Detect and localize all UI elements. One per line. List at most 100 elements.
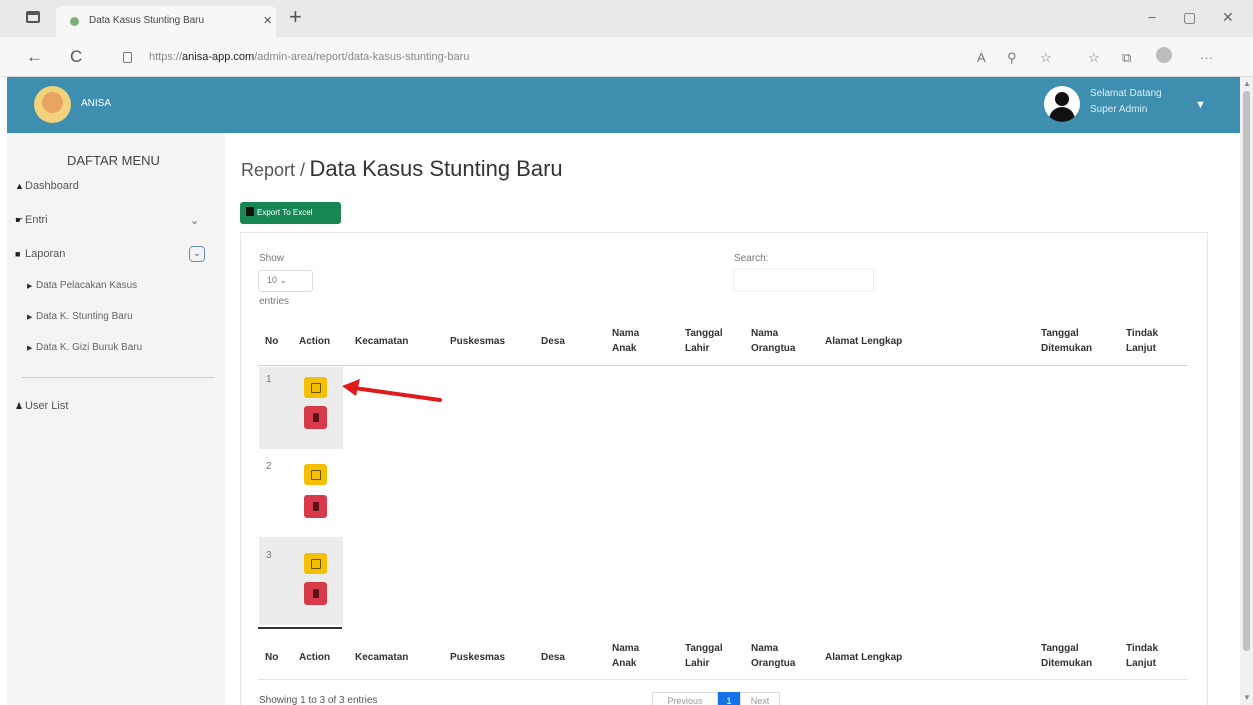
more-icon[interactable]: ··· bbox=[1200, 50, 1213, 65]
browser-tab[interactable]: Data Kasus Stunting Baru × bbox=[56, 6, 276, 37]
zoom-icon[interactable]: ⚲ bbox=[1007, 50, 1017, 66]
sidebar-divider bbox=[21, 377, 215, 378]
sidebar-subitem-stunting[interactable]: ▶ Data K. Stunting Baru bbox=[27, 311, 133, 322]
table-info: Showing 1 to 3 of 3 entries bbox=[259, 695, 378, 705]
collections-icon[interactable]: ⧉ bbox=[1122, 50, 1131, 66]
user-greeting[interactable]: Selamat Datang Super Admin bbox=[1090, 86, 1162, 118]
read-aloud-icon[interactable]: A bbox=[977, 50, 986, 65]
sidebar-item-label: Dashboard bbox=[25, 180, 79, 192]
tab-actions-icon[interactable] bbox=[26, 11, 40, 23]
col-line2: Lanjut bbox=[1126, 658, 1156, 669]
col-line2: Action bbox=[299, 652, 331, 663]
page-length-select[interactable]: 10 ⌄ bbox=[258, 270, 313, 292]
foot-col-nama-anak: Nama Anak bbox=[612, 641, 639, 671]
header-divider bbox=[258, 365, 1188, 366]
delete-button[interactable] bbox=[304, 406, 327, 429]
lock-icon[interactable] bbox=[123, 52, 132, 63]
entri-chevron-down-icon[interactable]: ⌄ bbox=[190, 214, 199, 227]
delete-button[interactable] bbox=[304, 582, 327, 605]
show-label: Show bbox=[259, 253, 285, 264]
col-tanggal-ditemukan[interactable]: Tanggal Ditemukan bbox=[1041, 326, 1092, 356]
col-line2: Puskesmas bbox=[450, 336, 506, 347]
edit-button[interactable] bbox=[304, 377, 327, 398]
sidebar-item-entri[interactable]: ☛ Entri bbox=[15, 214, 48, 226]
export-excel-button[interactable]: Export To Excel bbox=[240, 202, 341, 224]
col-line2: Ditemukan bbox=[1041, 658, 1093, 669]
scroll-down-icon[interactable]: ▼ bbox=[1243, 693, 1251, 702]
col-line2: Alamat Lengkap bbox=[825, 336, 903, 347]
delete-button[interactable] bbox=[304, 495, 327, 518]
edit-button[interactable] bbox=[304, 553, 327, 574]
col-puskesmas[interactable]: Puskesmas bbox=[450, 334, 505, 349]
col-line2: Anak bbox=[612, 343, 637, 354]
file-excel-icon bbox=[246, 207, 254, 216]
home-icon: ▲ bbox=[15, 181, 24, 191]
sidebar-subitem-pelacakan[interactable]: ▶ Data Pelacakan Kasus bbox=[27, 280, 137, 291]
col-line2: No bbox=[265, 652, 279, 663]
col-line2: Alamat Lengkap bbox=[825, 652, 903, 663]
new-tab-icon[interactable]: + bbox=[289, 4, 302, 30]
sidebar-subitem-label: Data K. Gizi Buruk Baru bbox=[36, 342, 143, 353]
col-line2: Kecamatan bbox=[355, 652, 409, 663]
greeting-line: Selamat Datang bbox=[1090, 88, 1162, 99]
breadcrumb: Report / bbox=[241, 160, 306, 180]
url-host: anisa-app.com bbox=[182, 51, 255, 63]
page-scrollbar[interactable]: ▲ ▼ bbox=[1240, 77, 1253, 705]
url-field[interactable]: https://anisa-app.com/admin-area/report/… bbox=[149, 51, 469, 63]
col-alamat-lengkap[interactable]: Alamat Lengkap bbox=[825, 334, 902, 349]
minimize-icon[interactable]: − bbox=[1148, 9, 1156, 25]
sidebar-item-dashboard[interactable]: ▲Dashboard bbox=[15, 180, 79, 192]
sidebar-item-user-list[interactable]: ♟ User List bbox=[15, 400, 68, 412]
col-no[interactable]: No bbox=[265, 334, 278, 349]
pagination-previous[interactable]: Previous bbox=[652, 692, 718, 705]
favicon-icon bbox=[70, 17, 79, 26]
foot-col-no: No bbox=[265, 650, 278, 665]
footer-bottom-divider bbox=[258, 679, 1188, 680]
page-length-value: 10 bbox=[267, 275, 278, 285]
caret-right-icon: ▶ bbox=[27, 283, 33, 290]
col-desa[interactable]: Desa bbox=[541, 334, 565, 349]
user-avatar-icon[interactable] bbox=[1044, 86, 1080, 122]
col-line2: Anak bbox=[612, 658, 637, 669]
foot-col-action: Action bbox=[299, 650, 330, 665]
col-tanggal-lahir[interactable]: Tanggal Lahir bbox=[685, 326, 723, 356]
col-kecamatan[interactable]: Kecamatan bbox=[355, 334, 408, 349]
scroll-up-icon[interactable]: ▲ bbox=[1243, 79, 1251, 88]
profile-icon[interactable] bbox=[1156, 47, 1172, 63]
caret-right-icon: ▶ bbox=[27, 314, 33, 321]
anisa-logo[interactable] bbox=[34, 86, 71, 123]
pagination-page[interactable]: 1 bbox=[718, 692, 740, 705]
search-input[interactable] bbox=[733, 268, 874, 292]
tab-close-icon[interactable]: × bbox=[263, 12, 272, 29]
window-close-icon[interactable]: ✕ bbox=[1222, 9, 1234, 26]
edit-button[interactable] bbox=[304, 464, 327, 485]
col-tindak-lanjut[interactable]: Tindak Lanjut bbox=[1126, 326, 1158, 356]
col-action[interactable]: Action bbox=[299, 334, 330, 349]
scrollbar-thumb[interactable] bbox=[1243, 91, 1250, 651]
users-icon: ♟ bbox=[15, 401, 24, 411]
col-line1: Nama bbox=[751, 643, 779, 654]
caret-right-icon: ▶ bbox=[27, 345, 33, 352]
browser-tab-strip: Data Kasus Stunting Baru × + − ▢ ✕ bbox=[0, 0, 1253, 37]
brand-name[interactable]: ANISA bbox=[81, 98, 111, 109]
favorites-add-icon[interactable]: ☆ bbox=[1040, 50, 1052, 66]
file-icon: ■ bbox=[15, 249, 21, 259]
pagination-next[interactable]: Next bbox=[740, 692, 780, 705]
sidebar-subitem-label: Data K. Stunting Baru bbox=[36, 311, 133, 322]
laporan-chevron-down-icon[interactable]: ⌄ bbox=[189, 246, 205, 262]
row-no: 2 bbox=[266, 461, 272, 472]
sidebar-subitem-label: Data Pelacakan Kasus bbox=[36, 280, 138, 291]
sidebar-item-label: Laporan bbox=[25, 248, 66, 260]
sidebar-subitem-gizi-buruk[interactable]: ▶ Data K. Gizi Buruk Baru bbox=[27, 342, 142, 353]
col-nama-anak[interactable]: Nama Anak bbox=[612, 326, 639, 356]
col-nama-orangtua[interactable]: Nama Orangtua bbox=[751, 326, 795, 356]
sidebar-item-laporan[interactable]: ■ Laporan bbox=[15, 248, 65, 260]
foot-col-tanggal-lahir: Tanggal Lahir bbox=[685, 641, 723, 671]
user-menu-caret-icon[interactable]: ▼ bbox=[1195, 99, 1206, 111]
refresh-icon[interactable]: C bbox=[70, 47, 82, 67]
page-heading: Data Kasus Stunting Baru bbox=[309, 156, 563, 181]
restore-icon[interactable]: ▢ bbox=[1183, 9, 1196, 26]
col-line2: Orangtua bbox=[751, 343, 796, 354]
favorites-icon[interactable]: ☆ bbox=[1088, 50, 1100, 66]
back-icon[interactable]: ← bbox=[26, 47, 43, 67]
